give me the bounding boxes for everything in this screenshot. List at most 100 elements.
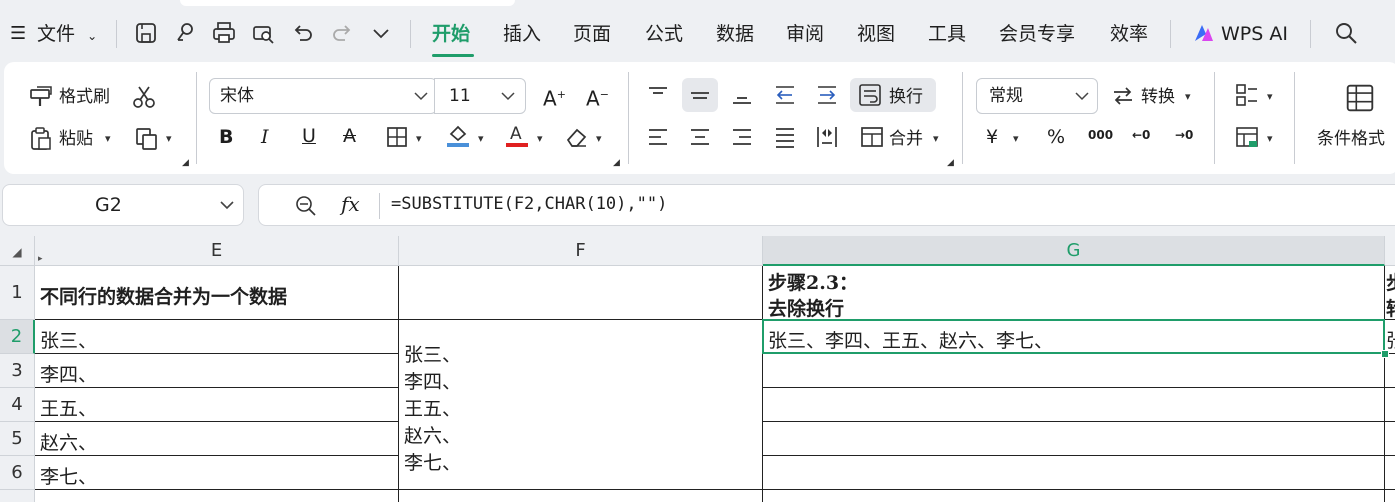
thousands-separator-icon[interactable]: 000 (1088, 124, 1113, 146)
format-painter-icon[interactable] (28, 84, 54, 110)
align-right-icon[interactable] (729, 124, 755, 150)
insert-function-icon[interactable]: fx (341, 192, 360, 216)
cell-f1[interactable] (399, 266, 763, 320)
wrap-text-label[interactable]: 换行 (889, 86, 923, 108)
paste-icon[interactable] (28, 126, 54, 152)
formula-bar[interactable]: fx =SUBSTITUTE(F2,CHAR(10),"") (258, 184, 1395, 226)
chevron-down-icon[interactable]: ▾ (933, 132, 939, 145)
tab-home[interactable]: 开始 (432, 22, 470, 46)
chevron-down-icon[interactable]: ▾ (478, 132, 484, 145)
row-header-6[interactable]: 6 (0, 456, 35, 490)
wps-ai-button[interactable]: WPS AI (1193, 22, 1288, 46)
fill-handle[interactable] (1381, 350, 1389, 358)
increase-font-icon[interactable]: A+ (543, 84, 566, 110)
tab-formula[interactable]: 公式 (645, 22, 683, 46)
align-top-icon[interactable] (645, 82, 671, 108)
row-header-1[interactable]: 1 (0, 266, 35, 320)
cell-e3[interactable]: 李四、 (35, 354, 399, 388)
chevron-down-icon[interactable]: ▾ (1185, 90, 1191, 103)
eraser-icon[interactable] (564, 124, 590, 150)
increase-decimal-icon[interactable]: ←0 (1132, 124, 1150, 146)
decrease-indent-icon[interactable] (772, 82, 798, 108)
copy-icon[interactable] (134, 126, 160, 152)
column-header-h[interactable] (1385, 236, 1395, 266)
cell-h2[interactable]: 张 (1385, 320, 1395, 354)
chevron-down-icon[interactable]: ▾ (1013, 132, 1019, 145)
cell-f2-merged[interactable]: 张三、 李四、 王五、 赵六、 李七、 (399, 320, 763, 490)
font-size-select[interactable]: 11 (434, 78, 526, 114)
align-center-icon[interactable] (687, 124, 713, 150)
cell-h6[interactable] (1385, 456, 1395, 490)
cell-g5[interactable] (763, 422, 1385, 456)
chevron-down-icon[interactable]: ▾ (596, 132, 602, 145)
group-expand-icon[interactable]: ◢ (947, 158, 954, 168)
undo-icon[interactable] (290, 20, 316, 46)
group-expand-icon[interactable]: ◢ (613, 158, 620, 168)
group-expand-icon[interactable]: ◢ (182, 158, 189, 168)
chevron-down-icon[interactable]: ▾ (1267, 90, 1273, 103)
cell-f7[interactable] (399, 490, 763, 502)
zoom-formula-icon[interactable] (295, 195, 317, 217)
italic-icon[interactable]: I (261, 126, 269, 148)
row-header-3[interactable]: 3 (0, 354, 35, 388)
tab-member[interactable]: 会员专享 (999, 22, 1075, 46)
name-box[interactable]: G2 (2, 184, 244, 226)
align-bottom-icon[interactable] (729, 82, 755, 108)
border-icon[interactable] (384, 124, 410, 150)
tab-review[interactable]: 审阅 (786, 22, 824, 46)
convert-label[interactable]: 转换 (1141, 86, 1175, 108)
bold-icon[interactable]: B (219, 126, 233, 148)
tab-tools[interactable]: 工具 (928, 22, 966, 46)
tab-efficiency[interactable]: 效率 (1110, 22, 1148, 46)
number-format-select[interactable]: 常规 (976, 78, 1098, 114)
font-color-icon[interactable]: A (504, 122, 530, 148)
decrease-decimal-icon[interactable]: →0 (1175, 124, 1193, 146)
currency-icon[interactable]: ¥ (986, 126, 998, 148)
cell-e5[interactable]: 赵六、 (35, 422, 399, 456)
underline-icon[interactable]: U (302, 125, 316, 147)
wrap-text-icon[interactable] (857, 82, 883, 108)
distribute-icon[interactable] (814, 124, 840, 150)
select-all-corner[interactable]: ◢ (0, 236, 35, 266)
cell-g3[interactable] (763, 354, 1385, 388)
paste-label[interactable]: 粘贴 (59, 128, 93, 150)
tab-view[interactable]: 视图 (857, 22, 895, 46)
save-icon[interactable] (133, 20, 159, 46)
search-icon[interactable] (1333, 20, 1359, 46)
cell-h5[interactable] (1385, 422, 1395, 456)
cell-h3[interactable] (1385, 354, 1395, 388)
conditional-format-label[interactable]: 条件格式 (1317, 128, 1385, 150)
chevron-down-icon[interactable]: ▾ (537, 132, 543, 145)
merge-label[interactable]: 合并 (889, 128, 923, 150)
cell-e4[interactable]: 王五、 (35, 388, 399, 422)
cut-icon[interactable] (131, 84, 157, 110)
decrease-font-icon[interactable]: A− (586, 84, 609, 110)
fill-color-icon[interactable] (445, 122, 471, 148)
cell-e6[interactable]: 李七、 (35, 456, 399, 490)
row-header-4[interactable]: 4 (0, 388, 35, 422)
cell-g7[interactable] (763, 490, 1385, 502)
row-header-2[interactable]: 2 (0, 320, 35, 354)
cell-e7[interactable] (35, 490, 399, 502)
chevron-down-icon[interactable] (368, 20, 394, 46)
share-icon[interactable] (172, 20, 198, 46)
print-preview-icon[interactable] (250, 20, 276, 46)
formula-input[interactable]: =SUBSTITUTE(F2,CHAR(10),"") (391, 194, 667, 214)
strikethrough-icon[interactable]: A (343, 125, 356, 147)
convert-icon[interactable] (1110, 82, 1136, 108)
format-painter-label[interactable]: 格式刷 (59, 86, 110, 108)
table-style-icon[interactable] (1234, 124, 1260, 150)
percent-icon[interactable]: % (1047, 126, 1065, 148)
cell-g4[interactable] (763, 388, 1385, 422)
cell-e2[interactable]: 张三、 (35, 320, 399, 354)
tab-page[interactable]: 页面 (573, 22, 611, 46)
cell-e1[interactable]: 不同行的数据合并为一个数据 (35, 266, 399, 320)
justify-icon[interactable] (772, 124, 798, 150)
align-middle-icon[interactable] (687, 82, 713, 108)
increase-indent-icon[interactable] (814, 82, 840, 108)
conditional-format-icon[interactable] (1344, 82, 1376, 114)
print-icon[interactable] (211, 20, 237, 46)
cell-g1[interactable]: 步骤2.3： 去除换行 (763, 266, 1385, 320)
tab-insert[interactable]: 插入 (503, 22, 541, 46)
file-menu[interactable]: 文件 ⌄ (37, 22, 97, 48)
